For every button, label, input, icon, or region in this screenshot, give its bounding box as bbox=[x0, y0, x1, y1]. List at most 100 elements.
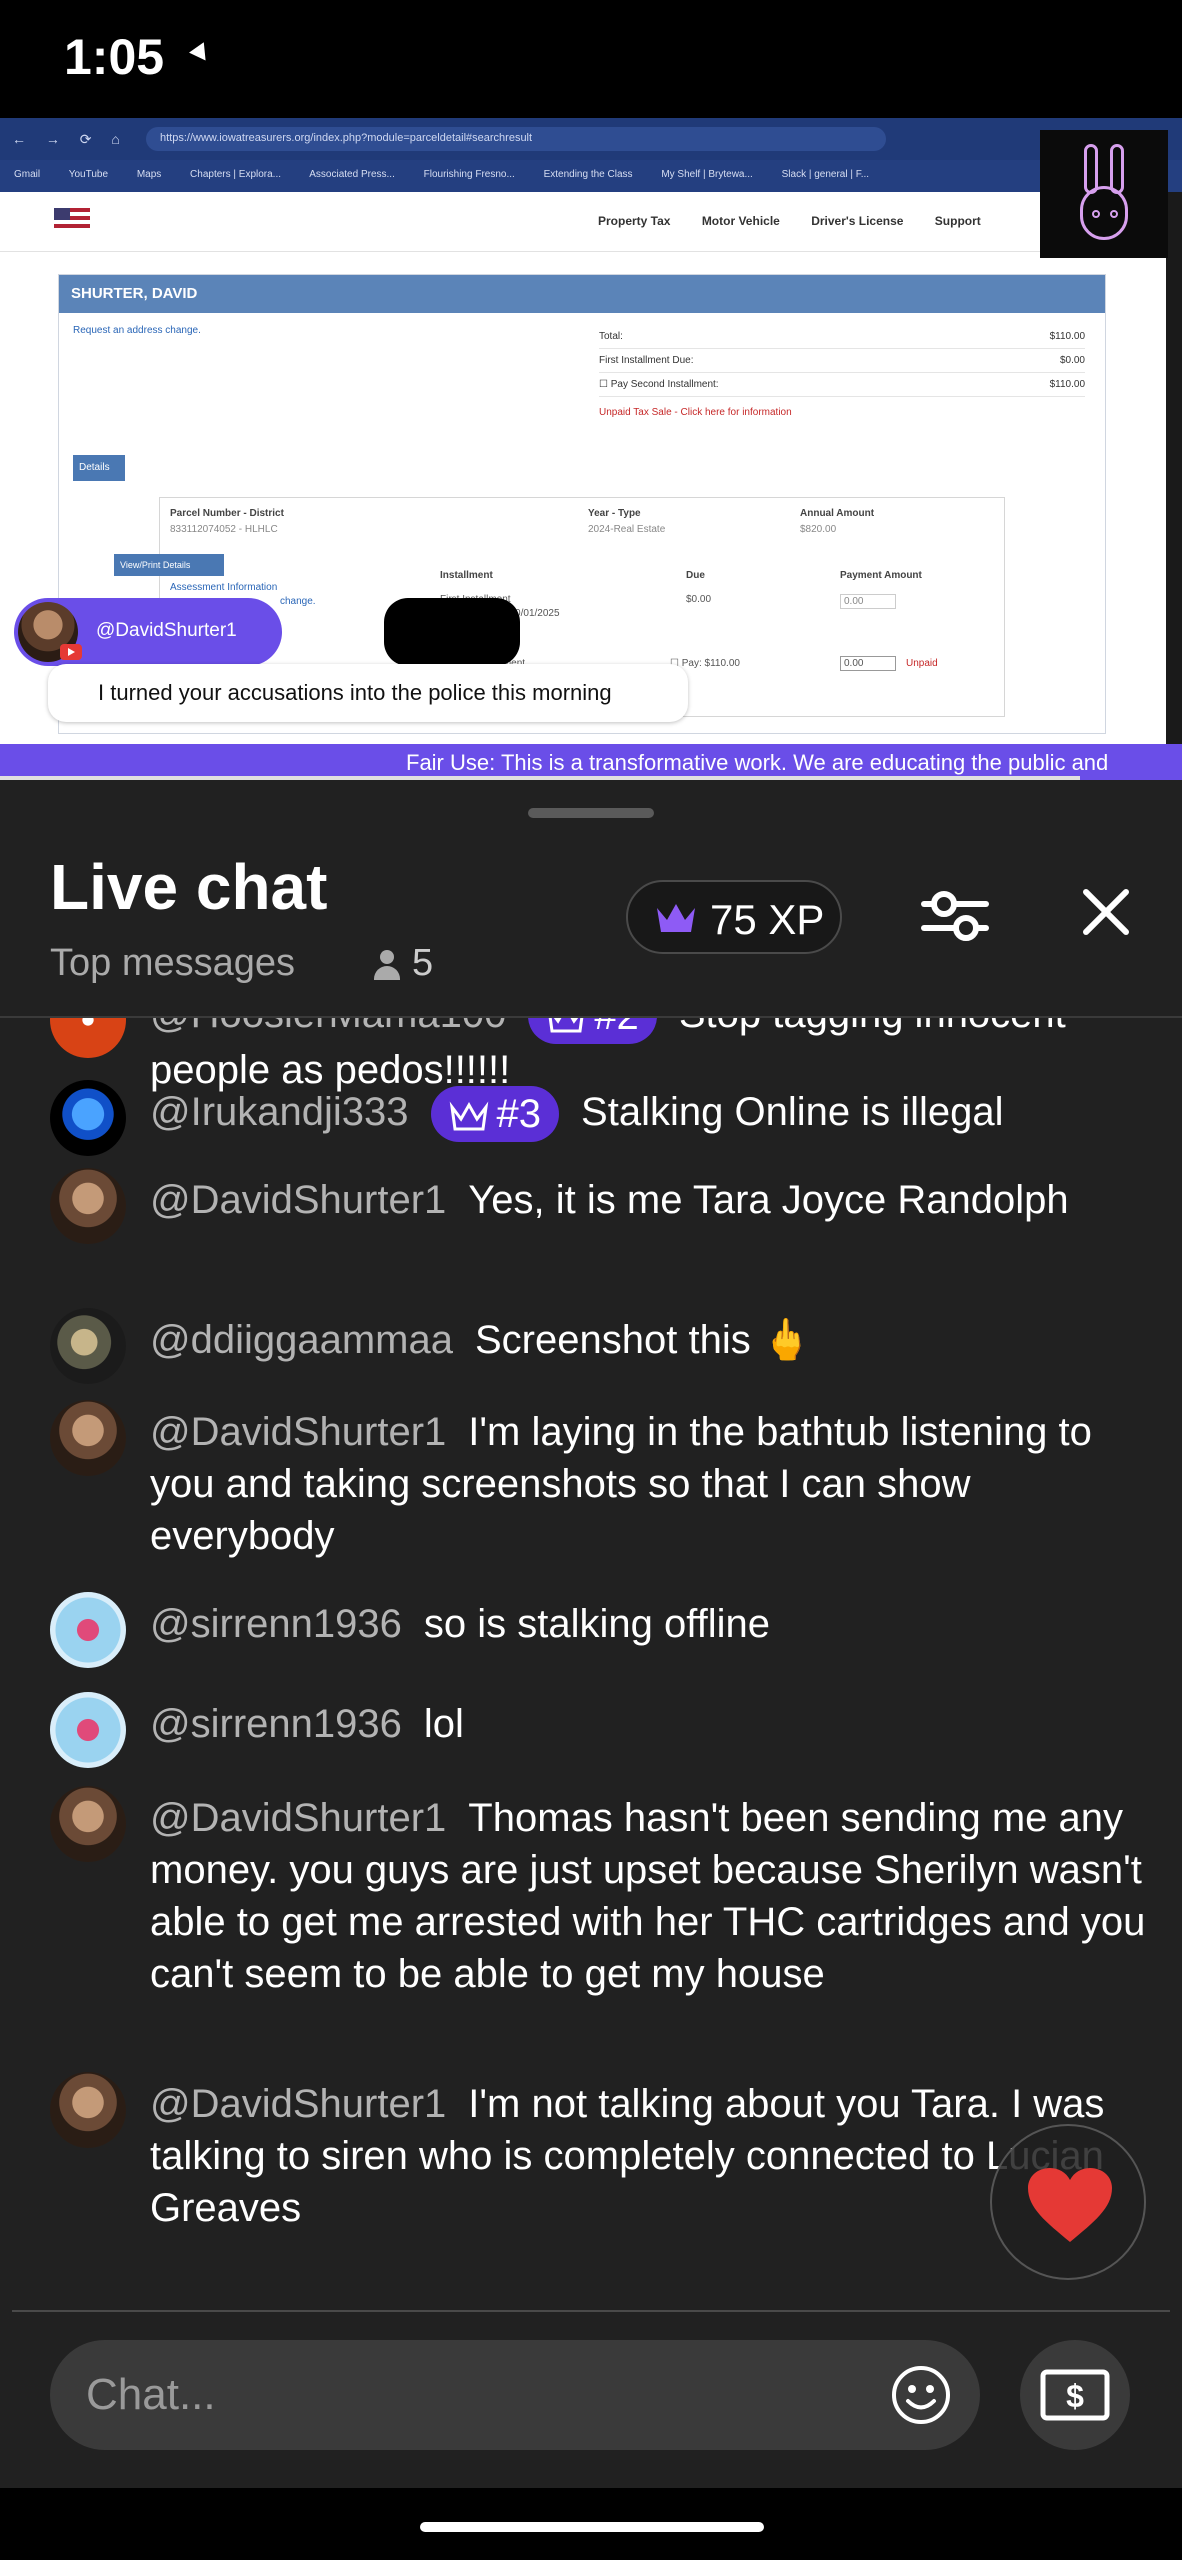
message-author[interactable]: @ddiiggaammaa bbox=[150, 1318, 453, 1362]
address-change-link: Request an address change. bbox=[73, 325, 201, 336]
first-due-value: $0.00 bbox=[1059, 355, 1085, 366]
annual-label: Annual Amount bbox=[800, 508, 875, 519]
message-text: lol bbox=[423, 1702, 464, 1746]
message-author[interactable]: @DavidShurter1 bbox=[150, 2082, 446, 2126]
svg-text:$: $ bbox=[1066, 2378, 1084, 2414]
bookmark: Extending the Class bbox=[543, 169, 633, 180]
bookmark: YouTube bbox=[68, 169, 109, 180]
chat-input[interactable] bbox=[86, 2368, 866, 2422]
site-nav-items: Property Tax Motor Vehicle Driver's Lice… bbox=[598, 214, 1009, 228]
person-icon bbox=[372, 950, 402, 980]
row1-due: $0.00 bbox=[686, 594, 712, 605]
streamer-tag: @DavidShurter1 bbox=[14, 598, 282, 666]
xp-label: 75 XP bbox=[710, 896, 825, 943]
row2-status: Unpaid bbox=[906, 658, 938, 669]
status-time: 1:05 bbox=[64, 29, 165, 85]
bookmark: Slack | general | F... bbox=[781, 169, 870, 180]
flag-logo bbox=[54, 208, 90, 232]
viewer-count: 5 bbox=[412, 942, 434, 984]
message-author[interactable]: @DavidShurter1 bbox=[150, 1178, 446, 1222]
emoji-icon[interactable] bbox=[890, 2364, 952, 2426]
details-button: Details bbox=[73, 455, 125, 481]
heart-icon bbox=[1028, 2168, 1112, 2242]
nav-support: Support bbox=[934, 214, 981, 228]
chat-input-box[interactable] bbox=[50, 2340, 980, 2450]
rank-badge: #2 bbox=[528, 1018, 657, 1045]
crown-icon bbox=[657, 904, 695, 932]
bookmark: Chapters | Explora... bbox=[190, 169, 282, 180]
streamer-name: @DavidShurter1 bbox=[96, 620, 237, 641]
year-type-value: 2024-Real Estate bbox=[588, 524, 666, 535]
nav-drivers-license: Driver's License bbox=[811, 214, 904, 228]
year-type-label: Year - Type bbox=[588, 508, 641, 519]
second-value: $110.00 bbox=[1049, 379, 1085, 390]
change-link: change. bbox=[280, 596, 316, 607]
close-icon[interactable] bbox=[1080, 886, 1132, 938]
message-author[interactable]: @DavidShurter1 bbox=[150, 1796, 446, 1840]
caption-box: I turned your accusations into the polic… bbox=[48, 664, 688, 722]
location-arrow-icon bbox=[189, 42, 213, 66]
avatar bbox=[50, 1786, 126, 1862]
heart-reaction-button[interactable] bbox=[990, 2124, 1146, 2280]
avatar bbox=[18, 602, 82, 662]
browser-url-bar: https://www.iowatreasurers.org/index.php… bbox=[146, 127, 886, 151]
dollar-icon: $ bbox=[1040, 2369, 1110, 2421]
view-print-button: View/Print Details bbox=[114, 554, 224, 576]
bunny-logo bbox=[1040, 130, 1168, 258]
avatar bbox=[50, 1400, 126, 1476]
status-bar: 1:05 bbox=[0, 0, 1182, 118]
browser-nav-icons: ← → ⟳ ⌂ bbox=[12, 131, 128, 147]
rank-badge: #3 bbox=[430, 1086, 560, 1143]
bookmark: Associated Press... bbox=[309, 169, 395, 180]
total-label: Total: bbox=[599, 331, 623, 342]
drag-handle[interactable] bbox=[528, 808, 654, 818]
crown-icon bbox=[548, 1018, 584, 1033]
chat-messages[interactable]: @HoosierMama100#2Stop tagging innocent p… bbox=[0, 1018, 1182, 2286]
message-author[interactable]: @Irukandji333 bbox=[150, 1090, 409, 1134]
message-author[interactable]: @sirrenn1936 bbox=[150, 1602, 402, 1646]
avatar bbox=[50, 1592, 126, 1668]
home-indicator[interactable] bbox=[420, 2522, 764, 2532]
youtube-icon bbox=[60, 644, 82, 660]
message-author[interactable]: @DavidShurter1 bbox=[150, 1410, 446, 1454]
bookmark: Gmail bbox=[14, 169, 41, 180]
col-payment: Payment Amount bbox=[840, 570, 922, 581]
col-due: Due bbox=[686, 570, 705, 581]
message-author[interactable]: @sirrenn1936 bbox=[150, 1702, 402, 1746]
message-text: Yes, it is me Tara Joyce Randolph bbox=[468, 1178, 1069, 1222]
divider bbox=[12, 2310, 1170, 2312]
message-author[interactable]: @HoosierMama100 bbox=[150, 1018, 506, 1036]
avatar bbox=[50, 1308, 126, 1384]
chat-mode-selector[interactable]: Top messages bbox=[50, 942, 295, 985]
fair-use-text: Fair Use: This is a transformative work.… bbox=[406, 750, 1109, 775]
super-chat-button[interactable]: $ bbox=[1020, 2340, 1130, 2450]
avatar bbox=[50, 1692, 126, 1768]
bookmark: Maps bbox=[136, 169, 162, 180]
avatar bbox=[50, 1080, 126, 1156]
nav-property-tax: Property Tax bbox=[598, 214, 671, 228]
total-value: $110.00 bbox=[1049, 331, 1085, 342]
parcel-label: Parcel Number - District bbox=[170, 508, 284, 519]
message-text: Screenshot this 🖕 bbox=[475, 1318, 812, 1362]
row1-payment: 0.00 bbox=[840, 594, 896, 609]
bookmark: Flourishing Fresno... bbox=[423, 169, 515, 180]
message-text: so is stalking offline bbox=[423, 1602, 770, 1646]
unpaid-tax-sale: Unpaid Tax Sale - Click here for informa… bbox=[599, 407, 792, 418]
chat-title: Live chat bbox=[50, 851, 328, 923]
first-due-label: First Installment Due: bbox=[599, 355, 694, 366]
crown-icon bbox=[449, 1101, 488, 1131]
second-label: ☐ Pay Second Installment: bbox=[599, 379, 719, 390]
filter-icon[interactable] bbox=[920, 886, 990, 946]
tax-summary: Total: $110.00 First Installment Due: $0.0… bbox=[599, 325, 1085, 418]
live-chat-panel: Live chat Top messages 5 75 XP @HoosierM… bbox=[0, 780, 1182, 2560]
col-installment: Installment bbox=[440, 570, 493, 581]
redaction-blob bbox=[384, 598, 520, 666]
annual-value: $820.00 bbox=[800, 524, 837, 535]
xp-button[interactable]: 75 XP bbox=[626, 880, 842, 954]
message-text: Stalking Online is illegal bbox=[581, 1090, 1004, 1134]
stream-video[interactable]: ← → ⟳ ⌂ https://www.iowatreasurers.org/i… bbox=[0, 118, 1182, 780]
panel-title: SHURTER, DAVID bbox=[59, 275, 1105, 313]
avatar bbox=[50, 2072, 126, 2148]
nav-motor-vehicle: Motor Vehicle bbox=[701, 214, 780, 228]
browser-toolbar: ← → ⟳ ⌂ https://www.iowatreasurers.org/i… bbox=[0, 118, 1182, 160]
